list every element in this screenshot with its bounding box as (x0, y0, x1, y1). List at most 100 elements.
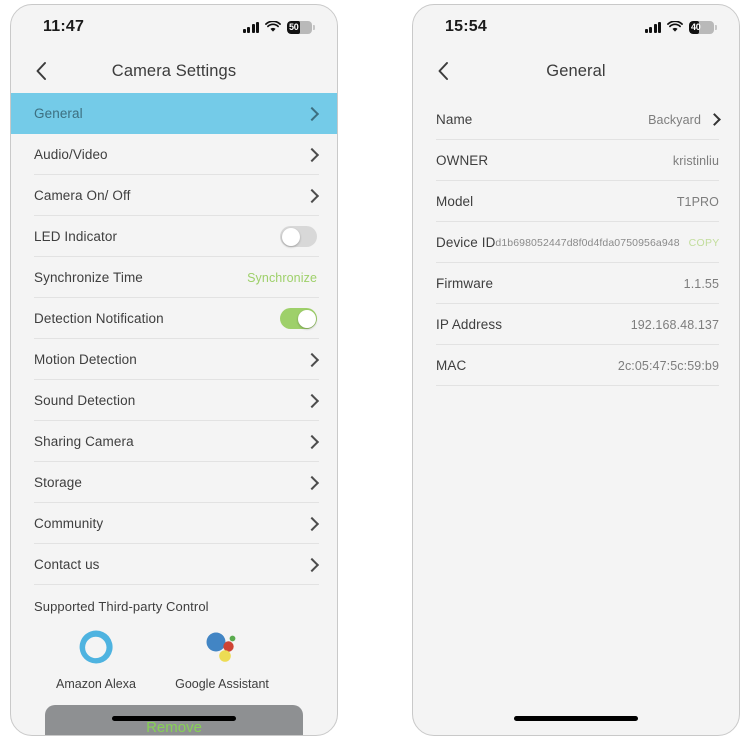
info-row-value-group: d1b698052447d8f0d4fda0750956a948 COPY (495, 237, 719, 249)
info-row-firmware: Firmware 1.1.55 (413, 263, 739, 304)
settings-row-led-indicator[interactable]: LED Indicator (11, 216, 337, 257)
info-row-value: 192.168.48.137 (630, 317, 719, 332)
settings-row-label: Sharing Camera (34, 434, 134, 449)
info-row-name[interactable]: Name Backyard (413, 99, 739, 140)
row-divider (436, 385, 719, 386)
info-row-value-group: T1PRO (677, 195, 719, 209)
battery-level: 40 (691, 21, 701, 32)
status-time: 15:54 (445, 18, 487, 35)
settings-row-label: Community (34, 516, 104, 531)
info-row-value-group: 1.1.55 (684, 277, 719, 291)
info-row-ip-address: IP Address 192.168.48.137 (413, 304, 739, 345)
settings-row-storage[interactable]: Storage (11, 462, 337, 503)
settings-row-label: Detection Notification (34, 311, 164, 326)
page-title: Camera Settings (111, 61, 237, 80)
copy-button[interactable]: COPY (689, 237, 720, 249)
info-row-key: OWNER (436, 153, 489, 168)
chevron-right-icon (304, 475, 320, 490)
back-button[interactable] (27, 57, 55, 85)
settings-row-label: Audio/Video (34, 147, 108, 162)
third-party-label: Google Assistant (175, 677, 269, 691)
info-row-owner: OWNER kristinliu (413, 140, 739, 181)
info-row-value-group: Backyard (648, 112, 721, 127)
info-row-key: Model (436, 194, 474, 209)
info-row-value: Backyard (648, 112, 701, 127)
synchronize-action-link[interactable]: Synchronize (247, 271, 317, 285)
phone-left-camera-settings: 11:47 50 Camera Settings General Audio/V… (10, 4, 338, 736)
home-indicator (514, 716, 638, 721)
settings-row-label: Camera On/ Off (34, 188, 131, 203)
info-row-value: d1b698052447d8f0d4fda0750956a948 (495, 236, 680, 249)
device-info-list: Name Backyard OWNER kristinliu Model T1PRO Dev… (413, 93, 739, 386)
toggle-knob (281, 227, 300, 246)
info-row-device-id: Device ID d1b698052447d8f0d4fda0750956a94… (413, 222, 739, 263)
info-row-value: 2c:05:47:5c:59:b9 (617, 358, 719, 373)
settings-row-label: Storage (34, 475, 82, 490)
info-row-value: T1PRO (676, 194, 719, 209)
wifi-icon (265, 21, 281, 32)
screenshot-stage: 11:47 50 Camera Settings General Audio/V… (0, 0, 751, 747)
phone-right-general-info: 15:54 40 General Name Backyard OWNER kri… (412, 4, 740, 736)
settings-row-accessory: Synchronize (247, 271, 317, 285)
chevron-right-icon (304, 188, 320, 203)
info-row-value: kristinliu (672, 153, 719, 168)
chevron-right-icon (304, 393, 320, 408)
info-row-value-group: 2c:05:47:5c:59:b9 (618, 359, 719, 373)
toggle-knob (297, 309, 316, 328)
settings-row-contact-us[interactable]: Contact us (11, 544, 337, 585)
status-time: 11:47 (43, 18, 85, 35)
wifi-icon (667, 21, 683, 32)
chevron-left-icon (36, 62, 46, 80)
toggle-switch[interactable] (280, 308, 317, 329)
settings-row-accessory (304, 434, 320, 449)
home-indicator (112, 716, 236, 721)
settings-row-motion-detection[interactable]: Motion Detection (11, 339, 337, 380)
status-bar-left: 11:47 50 (11, 5, 337, 49)
settings-row-label: General (34, 106, 83, 121)
settings-row-label: Motion Detection (34, 352, 137, 367)
battery-cap (313, 24, 315, 30)
settings-row-accessory (304, 516, 320, 531)
toggle-switch[interactable] (280, 226, 317, 247)
settings-row-sound-detection[interactable]: Sound Detection (11, 380, 337, 421)
cellular-bars-icon (644, 21, 661, 33)
settings-row-label: LED Indicator (34, 229, 118, 244)
battery-level: 50 (289, 21, 299, 32)
settings-row-accessory (304, 475, 320, 490)
info-row-value-group: kristinliu (673, 154, 719, 168)
settings-row-general[interactable]: General (11, 93, 337, 134)
chevron-right-icon (304, 557, 320, 572)
row-divider (34, 584, 319, 585)
settings-row-camera-on-off[interactable]: Camera On/ Off (11, 175, 337, 216)
info-row-key: MAC (436, 358, 467, 373)
settings-row-detection-notification[interactable]: Detection Notification (11, 298, 337, 339)
status-bar-right: 15:54 40 (413, 5, 739, 49)
chevron-right-icon (304, 516, 320, 531)
settings-row-audio-video[interactable]: Audio/Video (11, 134, 337, 175)
settings-row-community[interactable]: Community (11, 503, 337, 544)
settings-row-sharing-camera[interactable]: Sharing Camera (11, 421, 337, 462)
info-row-key: Device ID (436, 235, 496, 250)
chevron-right-icon (304, 106, 320, 121)
nav-bar-left: Camera Settings (11, 49, 337, 93)
third-party-title: Supported Third-party Control (34, 599, 209, 614)
nav-bar-right: General (413, 49, 739, 93)
info-row-key: Firmware (436, 276, 494, 291)
settings-row-label: Sound Detection (34, 393, 136, 408)
settings-list: General Audio/Video Camera On/ Off LED Indi… (11, 93, 337, 585)
info-row-key: IP Address (436, 317, 503, 332)
page-title: General (546, 61, 606, 80)
third-party-item-alexa[interactable]: Amazon Alexa (50, 625, 142, 691)
back-button[interactable] (429, 57, 457, 85)
settings-row-label: Synchronize Time (34, 270, 143, 285)
third-party-item-google-assistant[interactable]: Google Assistant (175, 625, 269, 691)
settings-row-accessory (304, 557, 320, 572)
settings-row-accessory (280, 226, 317, 247)
chevron-right-icon (304, 434, 320, 449)
info-row-value: 1.1.55 (683, 276, 719, 291)
settings-row-synchronize-time[interactable]: Synchronize Time Synchronize (11, 257, 337, 298)
info-row-mac: MAC 2c:05:47:5c:59:b9 (413, 345, 739, 386)
status-icons: 40 (644, 20, 717, 34)
battery-icon: 40 (689, 20, 714, 34)
chevron-right-icon (304, 352, 320, 367)
